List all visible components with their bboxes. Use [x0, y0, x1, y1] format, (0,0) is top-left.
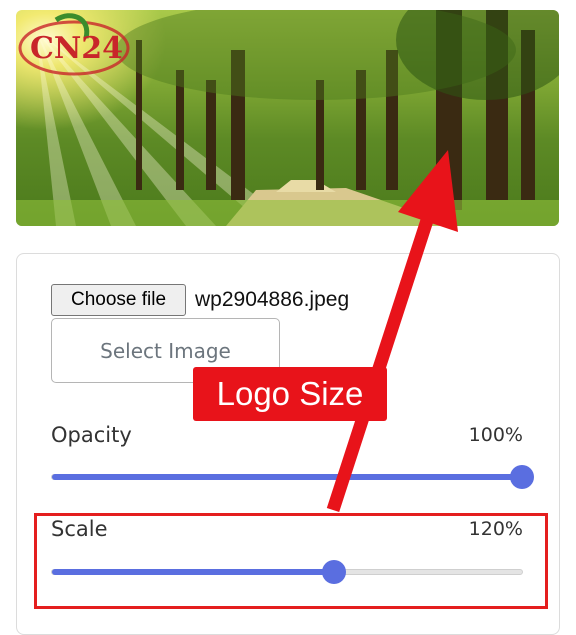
logo-size-callout: Logo Size: [193, 367, 387, 421]
opacity-slider[interactable]: [51, 465, 534, 489]
opacity-label: Opacity: [51, 423, 132, 447]
logo-text: CN24: [30, 31, 123, 66]
choose-file-button[interactable]: Choose file: [51, 284, 186, 316]
opacity-value: 100%: [468, 424, 523, 446]
opacity-slider-fill: [52, 474, 522, 480]
image-preview: CN24: [16, 10, 559, 226]
scale-highlight-box: [34, 513, 548, 609]
watermark-logo: CN24: [18, 13, 130, 76]
opacity-slider-thumb[interactable]: [510, 465, 534, 489]
file-name-label: wp2904886.jpeg: [195, 288, 350, 311]
